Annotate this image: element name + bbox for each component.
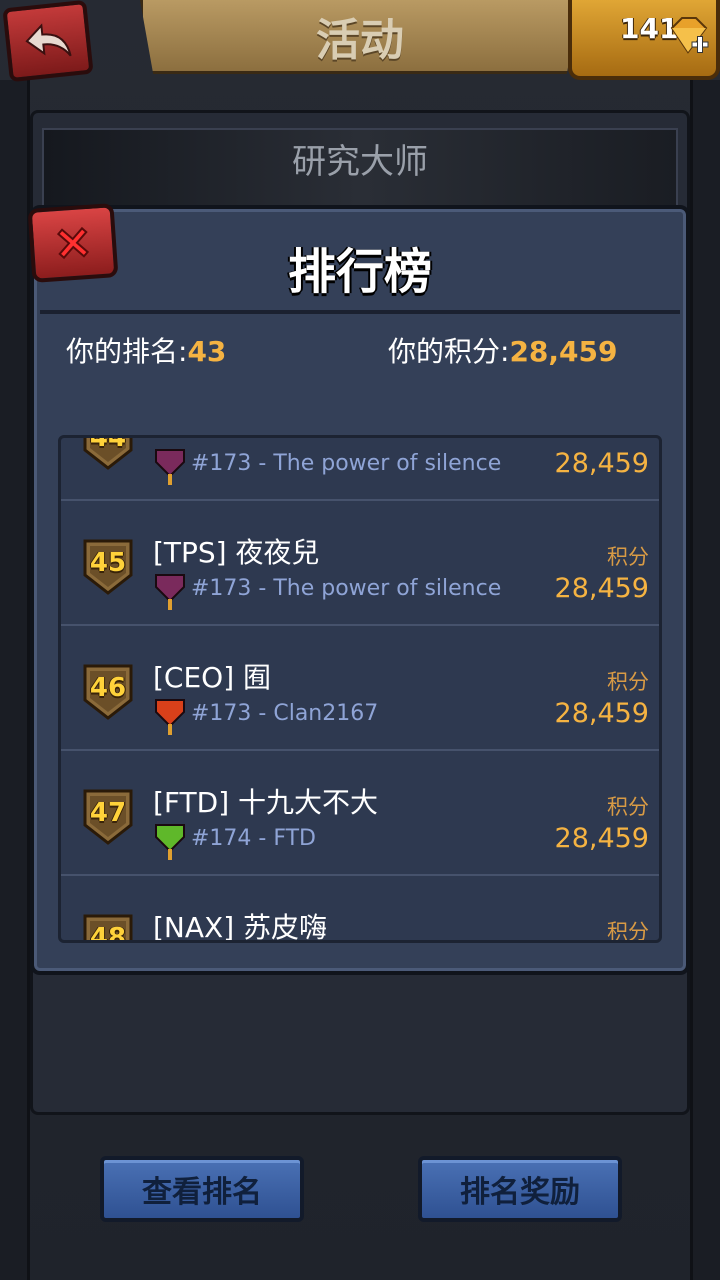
player-name: [FTD] 十九大不大	[153, 786, 379, 819]
score-value: 28,459	[554, 573, 649, 604]
leaderboard-row[interactable]: 47 [FTD] 十九大不大 #174 - FTD 积分 28,459	[61, 751, 659, 876]
clan-flag-icon	[153, 696, 187, 736]
player-name: [TPS] 夜夜兒	[153, 536, 320, 569]
my-rank: 你的排名:43	[66, 330, 226, 370]
my-score-value: 28,459	[509, 335, 618, 368]
clan-flag-icon	[153, 821, 187, 861]
leaderboard-row[interactable]: 44 #173 - The power of silence 28,459	[61, 435, 659, 501]
score-label: 积分	[607, 545, 649, 569]
event-title: 研究大师	[292, 142, 428, 182]
rock-border-right	[690, 80, 720, 1280]
score-label: 积分	[607, 670, 649, 694]
my-rank-value: 43	[187, 335, 227, 368]
rank-number: 46	[89, 673, 127, 703]
score-label: 积分	[607, 795, 649, 819]
page-title: 活动	[316, 15, 404, 66]
rank-number: 48	[89, 923, 127, 943]
rank-number: 45	[89, 548, 127, 578]
clan-flag-icon	[153, 446, 187, 486]
popup-title: 排行榜	[287, 244, 432, 300]
my-score-label: 你的积分:	[388, 335, 510, 368]
leaderboard-row[interactable]: 48 [NAX] 苏皮嗨 积分	[61, 876, 659, 943]
rank-reward-button[interactable]: 排名奖励	[418, 1156, 622, 1222]
popup-divider	[40, 310, 680, 314]
close-icon	[56, 226, 90, 260]
rank-number: 44	[89, 435, 127, 453]
score-value: 28,459	[554, 823, 649, 854]
leaderboard-row[interactable]: 45 [TPS] 夜夜兒 #173 - The power of silence…	[61, 501, 659, 626]
clan-info: #173 - Clan2167	[191, 701, 379, 726]
back-button[interactable]	[2, 0, 94, 83]
my-score: 你的积分:28,459	[388, 330, 618, 370]
leaderboard-row[interactable]: 46 [CEO] 囿 #173 - Clan2167 积分 28,459	[61, 626, 659, 751]
rank-number: 47	[89, 798, 127, 828]
rock-border-left	[0, 80, 30, 1280]
score-value: 28,459	[554, 698, 649, 729]
gem-plus-icon	[670, 17, 709, 54]
clan-flag-icon	[153, 571, 187, 611]
player-name: [NAX] 苏皮嗨	[153, 911, 328, 943]
view-rank-button[interactable]: 查看排名	[100, 1156, 304, 1222]
leaderboard-list[interactable]: 44 #173 - The power of silence 28,459 45…	[58, 435, 662, 943]
clan-info: #173 - The power of silence	[191, 451, 502, 476]
my-rank-label: 你的排名:	[66, 335, 188, 368]
clan-info: #173 - The power of silence	[191, 576, 502, 601]
clan-info: #174 - FTD	[191, 826, 316, 851]
score-value: 28,459	[554, 448, 649, 479]
close-button[interactable]	[27, 203, 119, 283]
back-arrow-icon	[25, 23, 72, 57]
score-label: 积分	[607, 920, 649, 943]
player-name: [CEO] 囿	[153, 661, 272, 694]
